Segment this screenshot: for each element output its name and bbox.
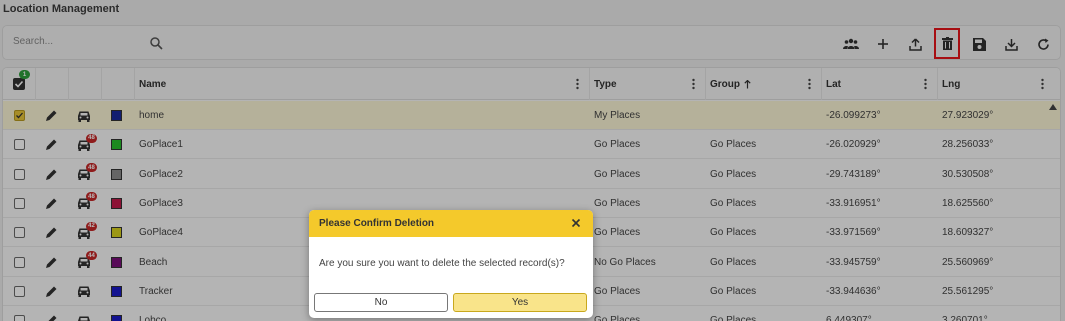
dialog-message: Are you sure you want to delete the sele…: [319, 257, 565, 269]
confirm-delete-dialog: Please Confirm Deletion Are you sure you…: [309, 210, 593, 318]
dialog-header: Please Confirm Deletion: [309, 210, 593, 237]
close-icon[interactable]: [571, 218, 581, 228]
no-button[interactable]: No: [314, 293, 448, 312]
dialog-title: Please Confirm Deletion: [319, 218, 435, 229]
yes-button[interactable]: Yes: [453, 293, 587, 312]
